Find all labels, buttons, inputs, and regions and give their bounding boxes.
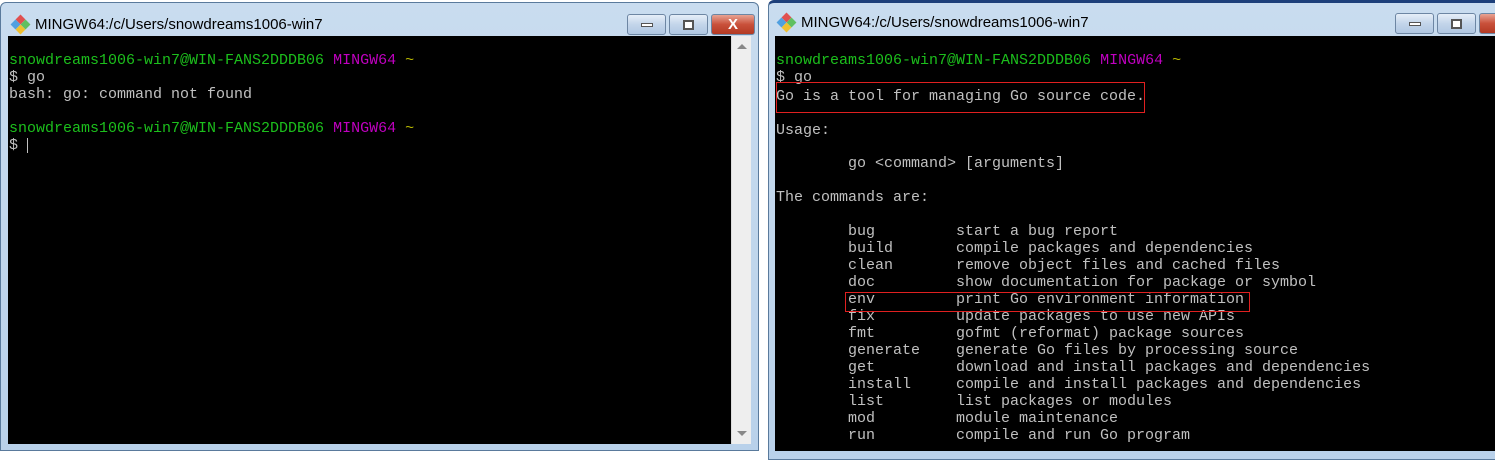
command-name: get bbox=[848, 359, 876, 376]
prompt-symbol: $ bbox=[9, 137, 28, 154]
text-cursor bbox=[27, 137, 29, 153]
command-description: start a bug report bbox=[956, 223, 1119, 240]
command-name: bug bbox=[848, 223, 876, 240]
prompt-line: snowdreams1006-win7@WIN-FANS2DDDB06 MING… bbox=[9, 120, 414, 137]
command-name: build bbox=[848, 240, 894, 257]
command-name: doc bbox=[848, 274, 876, 291]
prompt-user: snowdreams1006-win7@WIN-FANS2DDDB06 bbox=[776, 52, 1092, 69]
maximize-button[interactable] bbox=[669, 14, 708, 35]
command-description: list packages or modules bbox=[956, 393, 1173, 410]
command-description: compile packages and dependencies bbox=[956, 240, 1254, 257]
command-name: fmt bbox=[848, 325, 876, 342]
prompt-line: snowdreams1006-win7@WIN-FANS2DDDB06 MING… bbox=[776, 52, 1181, 69]
right-terminal-output[interactable]: snowdreams1006-win7@WIN-FANS2DDDB06 MING… bbox=[775, 36, 1495, 451]
command-description: show documentation for package or symbol bbox=[956, 274, 1317, 291]
command-line: $ go bbox=[9, 69, 46, 86]
command-description: download and install packages and depend… bbox=[956, 359, 1371, 376]
minimize-icon bbox=[640, 22, 653, 27]
command-name: install bbox=[848, 376, 912, 393]
title-bar: MINGW64:/c/Users/snowdreams1006-win7 bbox=[10, 14, 323, 35]
usage-line: go <command> [arguments] bbox=[848, 155, 1065, 172]
command-name: generate bbox=[848, 342, 921, 359]
scroll-up-icon[interactable] bbox=[737, 44, 747, 49]
title-bar: MINGW64:/c/Users/snowdreams1006-win7 bbox=[776, 12, 1089, 33]
prompt-user: snowdreams1006-win7@WIN-FANS2DDDB06 bbox=[9, 120, 325, 137]
git-logo-icon bbox=[10, 14, 31, 35]
prompt-dir: ~ bbox=[1172, 52, 1182, 69]
window-title: MINGW64:/c/Users/snowdreams1006-win7 bbox=[801, 13, 1089, 31]
maximize-button[interactable] bbox=[1437, 13, 1476, 34]
command-description: generate Go files by processing source bbox=[956, 342, 1299, 359]
minimize-button[interactable] bbox=[1395, 13, 1434, 34]
minimize-icon bbox=[1408, 21, 1421, 26]
command-description: compile and install packages and depende… bbox=[956, 376, 1362, 393]
commands-label: The commands are: bbox=[776, 189, 930, 206]
command-name: run bbox=[848, 427, 876, 444]
left-terminal-output[interactable]: snowdreams1006-win7@WIN-FANS2DDDB06 MING… bbox=[8, 36, 731, 444]
command-name: mod bbox=[848, 410, 876, 427]
git-logo-icon bbox=[776, 12, 797, 33]
prompt-user: snowdreams1006-win7@WIN-FANS2DDDB06 bbox=[9, 52, 325, 69]
command-description: compile and run Go program bbox=[956, 427, 1191, 444]
prompt-line: snowdreams1006-win7@WIN-FANS2DDDB06 MING… bbox=[9, 52, 414, 69]
highlight-box-intro bbox=[776, 82, 1145, 113]
close-icon: X bbox=[727, 16, 738, 33]
restore-icon bbox=[1451, 18, 1462, 29]
command-description: module maintenance bbox=[956, 410, 1119, 427]
prompt-dir: ~ bbox=[405, 52, 415, 69]
command-name: list bbox=[848, 393, 885, 410]
prompt-env: MINGW64 bbox=[333, 120, 397, 137]
scroll-down-icon[interactable] bbox=[737, 431, 747, 436]
prompt-env: MINGW64 bbox=[333, 52, 397, 69]
command-description: remove object files and cached files bbox=[956, 257, 1281, 274]
prompt-dir: ~ bbox=[405, 120, 415, 137]
close-button[interactable]: X bbox=[711, 14, 755, 35]
command-name: clean bbox=[848, 257, 894, 274]
window-title: MINGW64:/c/Users/snowdreams1006-win7 bbox=[35, 15, 323, 33]
highlight-box-env bbox=[845, 292, 1250, 312]
restore-icon bbox=[683, 19, 694, 30]
error-line: bash: go: command not found bbox=[9, 86, 253, 103]
minimize-button[interactable] bbox=[627, 14, 666, 35]
input-line[interactable]: $ bbox=[9, 137, 29, 154]
scrollbar[interactable] bbox=[731, 36, 751, 444]
command-description: gofmt (reformat) package sources bbox=[956, 325, 1245, 342]
prompt-env: MINGW64 bbox=[1100, 52, 1164, 69]
close-button[interactable] bbox=[1479, 13, 1495, 34]
usage-label: Usage: bbox=[776, 122, 831, 139]
